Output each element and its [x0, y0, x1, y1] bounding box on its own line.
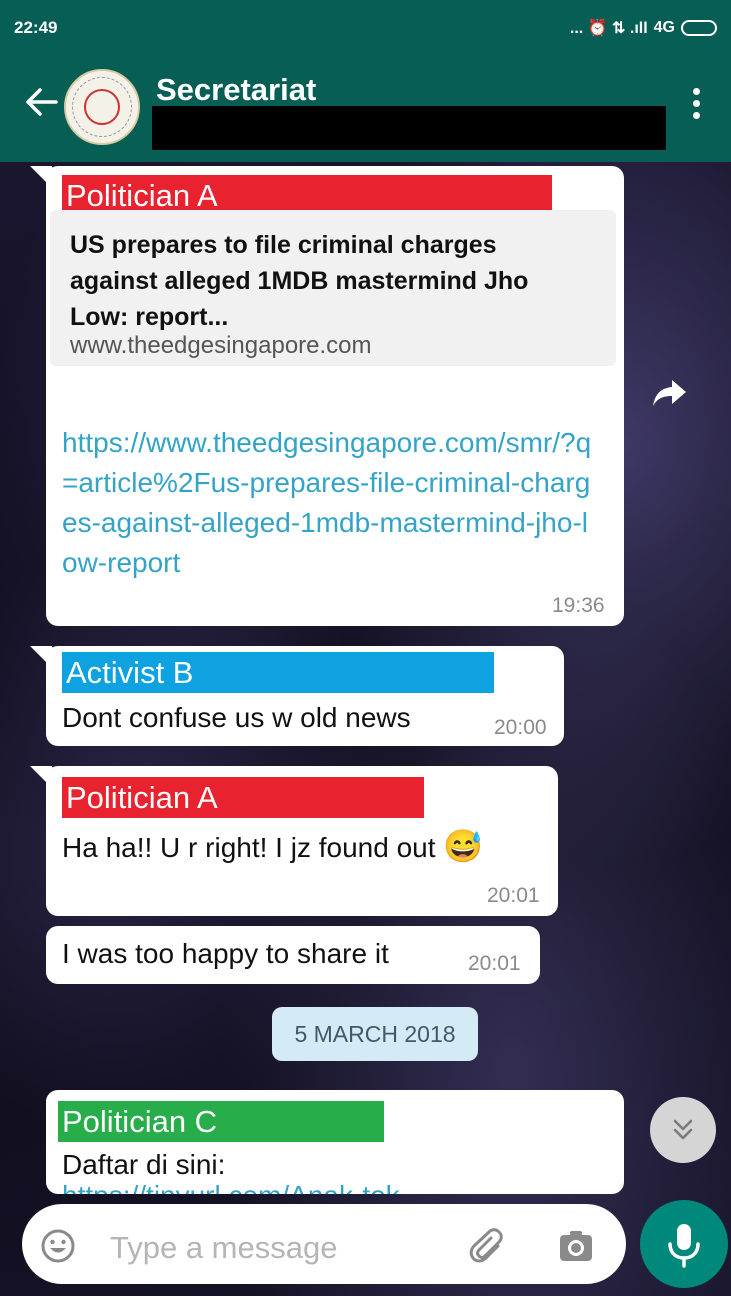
double-chevron-down-icon: [673, 1119, 693, 1140]
date-divider: 5 MARCH 2018: [272, 1007, 478, 1061]
camera-icon[interactable]: [556, 1226, 596, 1266]
avatar-logo: [84, 89, 120, 125]
message-input[interactable]: Type a message: [110, 1230, 337, 1266]
group-avatar[interactable]: [64, 69, 140, 145]
grinning-sweat-emoji: 😅: [443, 828, 484, 864]
chat-header: Secretariat: [0, 56, 731, 162]
message-link-partial-text: https://tinyurl.com/Anak-tok...: [62, 1180, 602, 1194]
mic-icon: [668, 1224, 700, 1268]
share-icon[interactable]: [650, 372, 690, 412]
message-text: Daftar di sini:: [62, 1149, 226, 1180]
voice-record-button[interactable]: [640, 1200, 728, 1288]
back-arrow-icon[interactable]: [22, 82, 62, 122]
message-text: I was too happy to share it: [62, 938, 389, 969]
status-icons: ... ⏰ ⇅ .ıll: [569, 20, 648, 37]
message-time: 20:01: [487, 884, 540, 907]
message-time: 19:36: [552, 594, 605, 617]
message-text-body: Ha ha!! U r right! I jz found out: [62, 832, 436, 863]
sender-label: Politician C: [58, 1101, 384, 1142]
status-bar: 22:49 ... ⏰ ⇅ .ıll 4G: [0, 0, 731, 56]
sender-label: Politician A: [62, 777, 424, 818]
status-indicators: ... ⏰ ⇅ .ıll 4G: [570, 18, 717, 38]
scroll-to-bottom-button[interactable]: [650, 1097, 716, 1163]
more-vert-icon[interactable]: [690, 88, 702, 128]
link-preview-title: US prepares to file criminal charges aga…: [70, 231, 529, 331]
sender-label: Activist B: [62, 652, 494, 693]
message-time: 20:01: [468, 952, 521, 975]
chat-title[interactable]: Secretariat: [156, 72, 316, 108]
message-text: Ha ha!! U r right! I jz found out 😅: [62, 828, 483, 866]
link-preview-url: www.theedgesingapore.com: [70, 332, 372, 359]
emoji-icon[interactable]: [40, 1228, 76, 1264]
message-link-partial[interactable]: https://tinyurl.com/Anak-tok...: [62, 1180, 602, 1194]
message-link[interactable]: https://www.theedgesingapore.com/smr/?q=…: [62, 423, 602, 583]
status-time: 22:49: [14, 18, 58, 37]
message-text: Dont confuse us w old news: [62, 702, 411, 733]
redacted-subtitle: [152, 106, 666, 150]
network-type: 4G: [653, 19, 675, 36]
paperclip-icon[interactable]: [468, 1226, 508, 1266]
battery-icon: [681, 20, 717, 36]
message-time: 20:00: [494, 716, 547, 739]
